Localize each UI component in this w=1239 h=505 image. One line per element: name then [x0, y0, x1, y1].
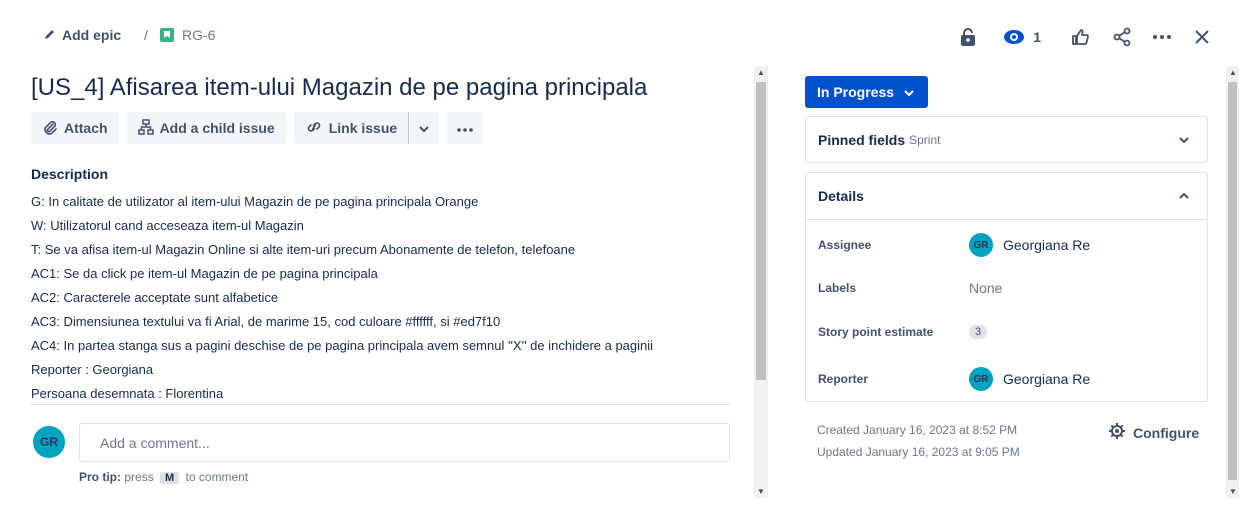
- story-points-value: 3: [969, 325, 988, 339]
- chevron-down-icon: [419, 120, 429, 136]
- add-epic-label: Add epic: [62, 27, 122, 43]
- description-line: T: Se va afisa item-ul Magazin Online si…: [31, 242, 576, 257]
- reporter-row[interactable]: Reporter GR Georgiana Re: [818, 367, 1090, 391]
- updated-timestamp: Updated January 16, 2023 at 9:05 PM: [817, 445, 1020, 459]
- description-heading: Description: [31, 166, 109, 182]
- story-points-badge: 3: [969, 325, 988, 339]
- issue-key-link[interactable]: RG-6: [160, 27, 215, 43]
- pro-tip-text-end: to comment: [185, 470, 249, 484]
- reporter-name: Georgiana Re: [1003, 371, 1091, 387]
- description-body[interactable]: G: In calitate de utilizator al item-ulu…: [31, 190, 731, 406]
- pencil-icon: [44, 27, 56, 43]
- pinned-fields-panel[interactable]: Pinned fields Sprint: [805, 116, 1208, 163]
- section-divider: [31, 404, 730, 405]
- attach-button[interactable]: Attach: [31, 112, 119, 144]
- created-timestamp: Created January 16, 2023 at 8:52 PM: [817, 423, 1018, 437]
- configure-button[interactable]: Configure: [1108, 422, 1199, 443]
- more-icon[interactable]: [1149, 24, 1175, 50]
- description-line: AC1: Se da click pe item-ul Magazin de p…: [31, 266, 378, 281]
- assignee-name: Georgiana Re: [1003, 237, 1091, 253]
- link-icon: [305, 119, 323, 138]
- header-actions: 1: [955, 24, 1215, 50]
- pro-tip-text: press: [124, 470, 154, 484]
- issue-toolbar: Attach Add a child issue Link issue: [31, 112, 484, 144]
- story-icon: [160, 28, 174, 42]
- pro-tip-label: Pro tip:: [79, 470, 121, 484]
- issue-key: RG-6: [182, 27, 216, 43]
- scroll-thumb[interactable]: [1228, 82, 1237, 480]
- scroll-up-icon[interactable]: ▲: [757, 68, 765, 77]
- issue-view: Add epic / RG-6 1 [US_4] Afisarea item-u…: [0, 0, 1239, 505]
- description-line: AC3: Dimensiunea textului va fi Arial, d…: [31, 314, 501, 329]
- close-icon[interactable]: [1189, 24, 1215, 50]
- description-line: Persoana desemnata : Florentina: [31, 386, 224, 401]
- avatar: GR: [969, 367, 993, 391]
- link-issue-label: Link issue: [328, 120, 398, 136]
- gear-icon: [1108, 422, 1126, 443]
- share-icon[interactable]: [1109, 24, 1135, 50]
- more-icon: [456, 120, 474, 136]
- scroll-up-icon[interactable]: ▲: [1229, 68, 1237, 77]
- labels-row[interactable]: Labels None: [818, 280, 1002, 296]
- link-issue-button[interactable]: Link issue: [294, 112, 408, 144]
- paperclip-icon: [42, 119, 58, 138]
- details-heading: Details: [818, 188, 864, 204]
- details-header[interactable]: Details: [806, 173, 1207, 220]
- configure-label: Configure: [1133, 424, 1200, 441]
- avatar: GR: [969, 233, 993, 257]
- reporter-value: GR Georgiana Re: [969, 367, 1090, 391]
- story-points-row[interactable]: Story point estimate 3: [818, 325, 988, 339]
- assignee-label: Assignee: [818, 238, 872, 252]
- chevron-up-icon: [1179, 189, 1189, 203]
- sidebar-scrollbar[interactable]: ▲ ▼: [1226, 66, 1239, 498]
- chevron-down-icon: [1179, 133, 1189, 147]
- description-line: G: In calitate de utilizator al item-ulu…: [31, 194, 479, 209]
- story-points-label: Story point estimate: [818, 325, 934, 339]
- watch-count: 1: [1033, 29, 1041, 45]
- status-dropdown[interactable]: In Progress: [805, 76, 928, 108]
- link-issue-group: Link issue: [293, 112, 440, 144]
- thumbs-up-icon[interactable]: [1067, 24, 1093, 50]
- labels-label: Labels: [818, 281, 857, 295]
- pro-tip: Pro tip: press M to comment: [79, 470, 248, 484]
- main-scrollbar[interactable]: ▲ ▼: [754, 66, 768, 498]
- assignee-value: GR Georgiana Re: [969, 233, 1090, 257]
- shortcut-key: M: [160, 472, 180, 484]
- hierarchy-icon: [137, 118, 154, 138]
- description-line: AC2: Caracterele acceptate sunt alfabeti…: [31, 290, 279, 305]
- status-label: In Progress: [817, 84, 895, 100]
- watch-button[interactable]: 1: [1003, 24, 1041, 50]
- lock-icon[interactable]: [955, 24, 981, 50]
- breadcrumb-separator: /: [144, 27, 148, 43]
- description-line: AC4: In partea stanga sus a pagini desch…: [31, 338, 654, 353]
- avatar: GR: [33, 426, 65, 458]
- details-panel: Details Assignee GR Georgiana Re Labels …: [805, 172, 1208, 402]
- pinned-fields-label: Pinned fields: [818, 131, 906, 148]
- assignee-row[interactable]: Assignee GR Georgiana Re: [818, 233, 1090, 257]
- add-epic-link[interactable]: Add epic: [44, 27, 121, 43]
- labels-value: None: [969, 280, 1003, 296]
- add-child-issue-button[interactable]: Add a child issue: [126, 112, 286, 144]
- description-line: Reporter : Georgiana: [31, 362, 154, 377]
- pinned-fields-sub: Sprint: [909, 132, 941, 147]
- reporter-label: Reporter: [818, 372, 869, 386]
- scroll-thumb[interactable]: [756, 82, 766, 380]
- more-actions-button[interactable]: [447, 112, 484, 144]
- eye-icon: [1003, 29, 1025, 45]
- comment-input[interactable]: Add a comment...: [79, 423, 730, 462]
- description-line: W: Utilizatorul cand acceseaza item-ul M…: [31, 218, 304, 233]
- scroll-down-icon[interactable]: ▼: [1229, 487, 1237, 496]
- attach-label: Attach: [64, 120, 108, 136]
- add-child-issue-label: Add a child issue: [159, 120, 275, 136]
- issue-title[interactable]: [US_4] Afisarea item-ului Magazin de pe …: [31, 74, 647, 102]
- scroll-down-icon[interactable]: ▼: [757, 487, 765, 496]
- chevron-down-icon: [904, 84, 914, 100]
- link-issue-dropdown[interactable]: [409, 112, 439, 144]
- issue-main: [US_4] Afisarea item-ului Magazin de pe …: [0, 62, 755, 505]
